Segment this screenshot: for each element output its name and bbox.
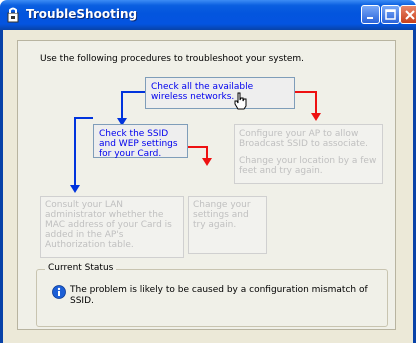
step-check-ssid-text: Check the SSID and WEP settings for your… xyxy=(99,129,178,159)
arrowhead-networks-to-configure xyxy=(311,113,321,121)
arrowhead-ssid-to-consult xyxy=(70,185,80,193)
hand-cursor-icon xyxy=(234,92,247,110)
info-icon xyxy=(52,285,66,299)
current-status-label: Current Status xyxy=(45,263,117,273)
step-change-settings-text: Change your settings and try again. xyxy=(193,200,251,230)
step-consult-admin: Consult your LAN administrator whether t… xyxy=(40,196,184,258)
step-change-settings: Change your settings and try again. xyxy=(188,196,267,254)
step-check-ssid: Check the SSID and WEP settings for your… xyxy=(93,124,188,159)
step-configure-ap: Configure your AP to allow Broadcast SSI… xyxy=(234,124,383,184)
step-consult-admin-text: Consult your LAN administrator whether t… xyxy=(45,200,172,250)
step-change-location-text: Change your location by a few feet and t… xyxy=(239,156,377,176)
arrow-networks-to-configure xyxy=(295,91,317,116)
status-message: The problem is likely to be caused by a … xyxy=(70,285,368,306)
arrow-ssid-to-consult xyxy=(74,117,93,188)
step-configure-ap-text: Configure your AP to allow Broadcast SSI… xyxy=(239,129,369,149)
step-check-networks[interactable]: Check all the available wireless network… xyxy=(145,77,295,109)
arrow-networks-to-ssid xyxy=(121,91,145,121)
troubleshooting-window: TroubleShooting Use the following proced… xyxy=(0,0,416,343)
arrowhead-ssid-to-settings xyxy=(202,158,212,166)
